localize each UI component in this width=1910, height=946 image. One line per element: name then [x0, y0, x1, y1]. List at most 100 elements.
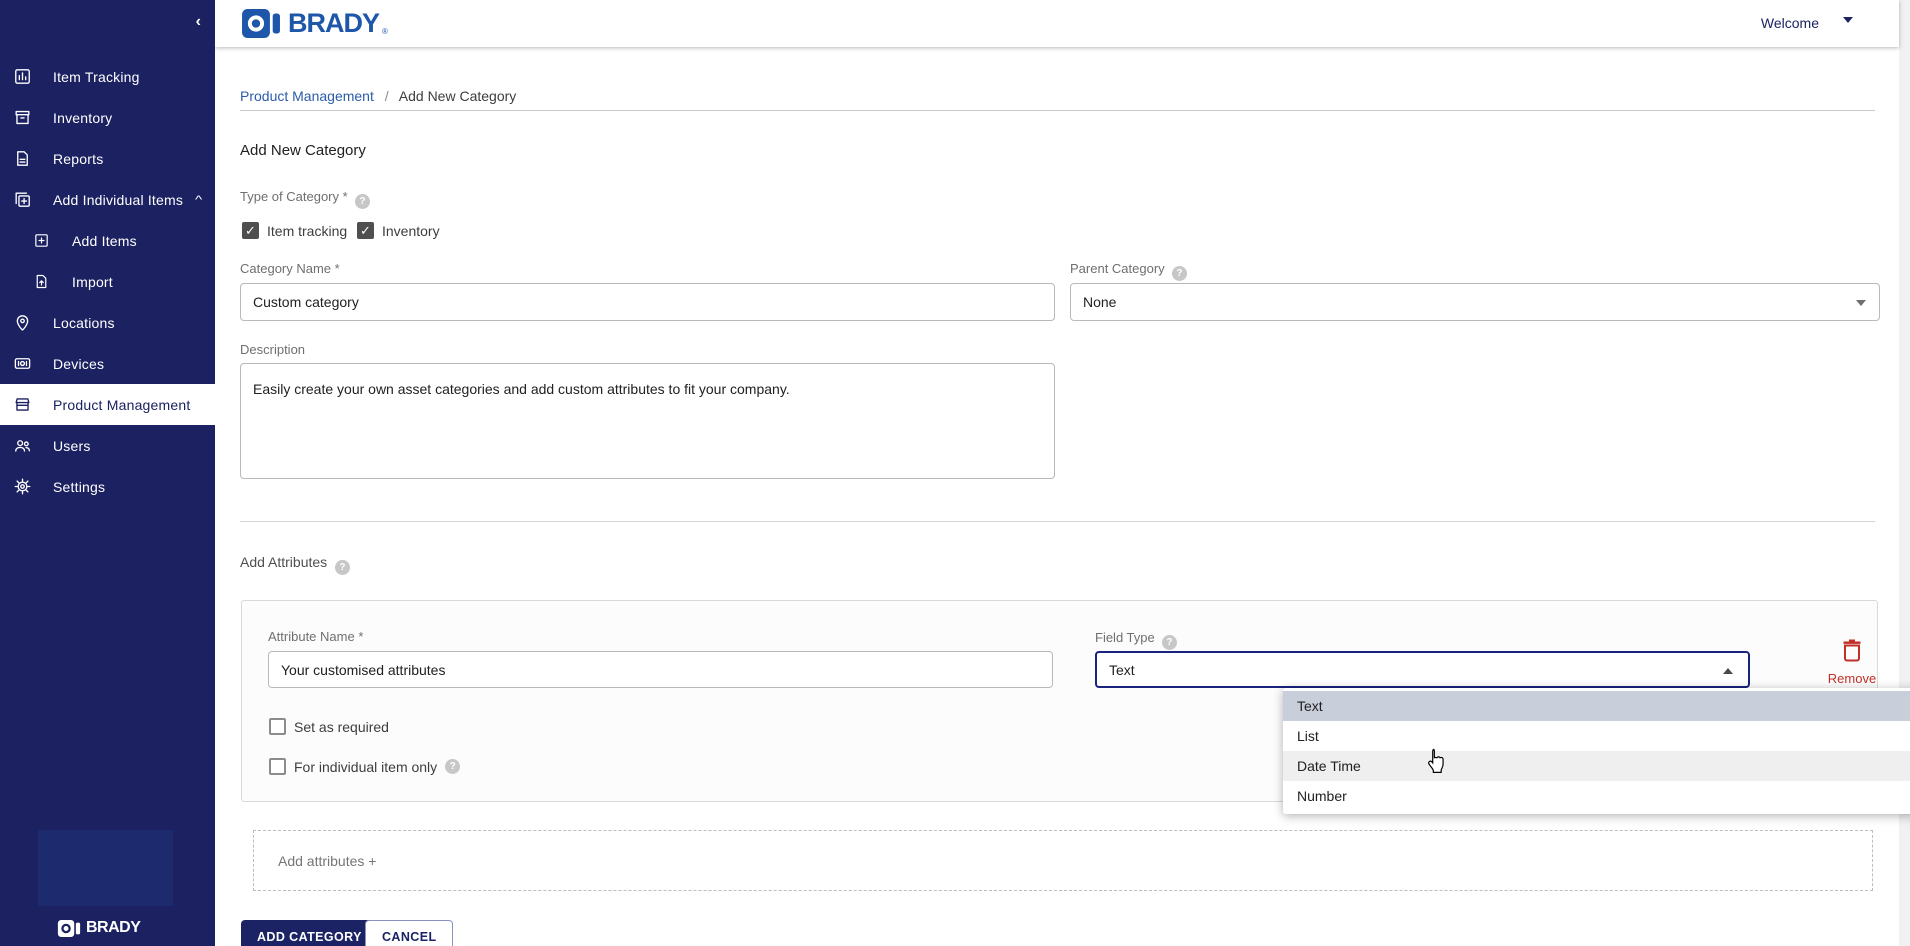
add-category-button[interactable]: ADD CATEGORY [241, 920, 378, 946]
sidebar-item-users[interactable]: Users [0, 425, 215, 466]
checkbox-inventory[interactable]: ✓ Inventory [357, 222, 440, 239]
parent-category-value: None [1083, 294, 1116, 310]
app-root: ‹ Item Tracking Inventory Reports Add In… [0, 0, 1910, 946]
checkbox-checked-icon[interactable]: ✓ [242, 222, 259, 239]
sidebar-item-add-items[interactable]: Add Items [0, 220, 215, 261]
brady-logo-icon [57, 920, 81, 937]
users-icon [13, 436, 32, 455]
breadcrumb-current: Add New Category [399, 88, 517, 104]
sidebar-item-product-management[interactable]: Product Management [0, 384, 215, 425]
sidebar-collapse-icon[interactable]: ‹ [196, 13, 201, 31]
sidebar: ‹ Item Tracking Inventory Reports Add In… [0, 0, 215, 946]
section-divider [240, 521, 1875, 522]
field-type-select[interactable]: Text [1095, 651, 1750, 688]
dropdown-option-date-time[interactable]: Date Time [1283, 751, 1910, 781]
dropdown-option-number[interactable]: Number [1283, 781, 1910, 811]
checkbox-unchecked-icon[interactable] [269, 718, 286, 735]
bar-chart-icon [13, 67, 32, 86]
checkbox-unchecked-icon[interactable] [269, 758, 286, 775]
trash-icon [1842, 639, 1862, 662]
add-attributes-label: Add attributes + [278, 853, 376, 869]
sidebar-nav: Item Tracking Inventory Reports Add Indi… [0, 56, 215, 507]
type-of-category-label: Type of Category * ? [240, 189, 370, 209]
remove-label: Remove [1817, 671, 1887, 686]
field-type-dropdown-menu: Text List Date Time Number [1283, 688, 1910, 814]
chevron-up-icon [1723, 668, 1733, 674]
brady-logo-icon [241, 9, 281, 38]
description-textarea[interactable]: Easily create your own asset categories … [240, 363, 1055, 479]
help-icon[interactable]: ? [1172, 266, 1187, 281]
sidebar-item-settings[interactable]: Settings [0, 466, 215, 507]
welcome-menu[interactable]: Welcome [1761, 15, 1819, 31]
checkbox-label: Item tracking [267, 223, 347, 239]
attribute-name-input[interactable] [268, 651, 1053, 688]
sidebar-decoration-block [38, 830, 173, 906]
breadcrumb: Product Management / Add New Category [240, 88, 516, 104]
sidebar-item-reports[interactable]: Reports [0, 138, 215, 179]
sidebar-item-locations[interactable]: Locations [0, 302, 215, 343]
gear-icon [13, 477, 32, 496]
field-type-value: Text [1109, 662, 1135, 678]
sidebar-brady-logo: BRADY [57, 919, 140, 937]
sidebar-item-label: Product Management [53, 397, 190, 413]
breadcrumb-divider [240, 110, 1875, 111]
add-attributes-button[interactable]: Add attributes + [253, 830, 1873, 891]
welcome-caret-icon[interactable] [1843, 17, 1853, 23]
library-add-icon [13, 190, 32, 209]
document-icon [13, 149, 32, 168]
brady-wordmark: BRADY [86, 919, 140, 937]
sidebar-item-devices[interactable]: Devices [0, 343, 215, 384]
sidebar-item-label: Devices [53, 356, 104, 372]
dropdown-option-list[interactable]: List [1283, 721, 1910, 751]
header-brady-logo: BRADY® [241, 9, 392, 38]
category-name-input[interactable] [240, 283, 1055, 321]
dropdown-option-text[interactable]: Text [1283, 691, 1910, 721]
top-app-bar: BRADY® Welcome [215, 0, 1899, 47]
inventory-box-icon [13, 108, 32, 127]
sidebar-item-label: Add Individual Items [53, 192, 183, 208]
sidebar-item-label: Inventory [53, 110, 112, 126]
brady-wordmark: BRADY [288, 9, 379, 38]
breadcrumb-parent-link[interactable]: Product Management [240, 88, 374, 104]
sidebar-item-import[interactable]: Import [0, 261, 215, 302]
checkbox-label: Inventory [382, 223, 440, 239]
help-icon[interactable]: ? [445, 759, 460, 774]
registered-mark: ® [382, 27, 388, 36]
checkbox-checked-icon[interactable]: ✓ [357, 222, 374, 239]
sidebar-item-item-tracking[interactable]: Item Tracking [0, 56, 215, 97]
parent-category-select[interactable]: None [1070, 283, 1880, 321]
help-icon[interactable]: ? [335, 560, 350, 575]
chevron-down-icon [1856, 300, 1866, 306]
checkbox-label: For individual item only [294, 759, 437, 775]
checkbox-set-as-required[interactable]: Set as required [269, 718, 389, 735]
main-content: Product Management / Add New Category Ad… [215, 47, 1899, 946]
page-title: Add New Category [240, 142, 366, 159]
sidebar-item-label: Users [53, 438, 91, 454]
upload-file-icon [32, 272, 51, 291]
cancel-button[interactable]: CANCEL [365, 920, 453, 946]
sidebar-item-label: Reports [53, 151, 103, 167]
sidebar-item-label: Import [72, 274, 113, 290]
sidebar-item-label: Locations [53, 315, 115, 331]
checkbox-item-tracking[interactable]: ✓ Item tracking [242, 222, 347, 239]
field-type-label: Field Type ? [1095, 630, 1177, 650]
attribute-name-label: Attribute Name * [268, 629, 363, 644]
mouse-cursor [1424, 747, 1446, 778]
checkbox-for-individual-item-only[interactable]: For individual item only ? [269, 758, 460, 775]
breadcrumb-separator: / [385, 88, 389, 104]
sidebar-item-label: Item Tracking [53, 69, 140, 85]
storefront-icon [13, 395, 32, 414]
sidebar-item-label: Settings [53, 479, 105, 495]
help-icon[interactable]: ? [355, 194, 370, 209]
category-name-label: Category Name * [240, 261, 340, 276]
sidebar-item-inventory[interactable]: Inventory [0, 97, 215, 138]
add-attributes-title: Add Attributes ? [240, 554, 350, 575]
sidebar-item-label: Add Items [72, 233, 137, 249]
help-icon[interactable]: ? [1162, 635, 1177, 650]
chevron-up-icon[interactable]: ^ [195, 194, 202, 206]
sidebar-item-add-individual-items[interactable]: Add Individual Items ^ [0, 179, 215, 220]
checkbox-label: Set as required [294, 719, 389, 735]
description-label: Description [240, 342, 305, 357]
remove-attribute-button[interactable]: Remove [1817, 639, 1887, 686]
location-pin-icon [13, 313, 32, 332]
